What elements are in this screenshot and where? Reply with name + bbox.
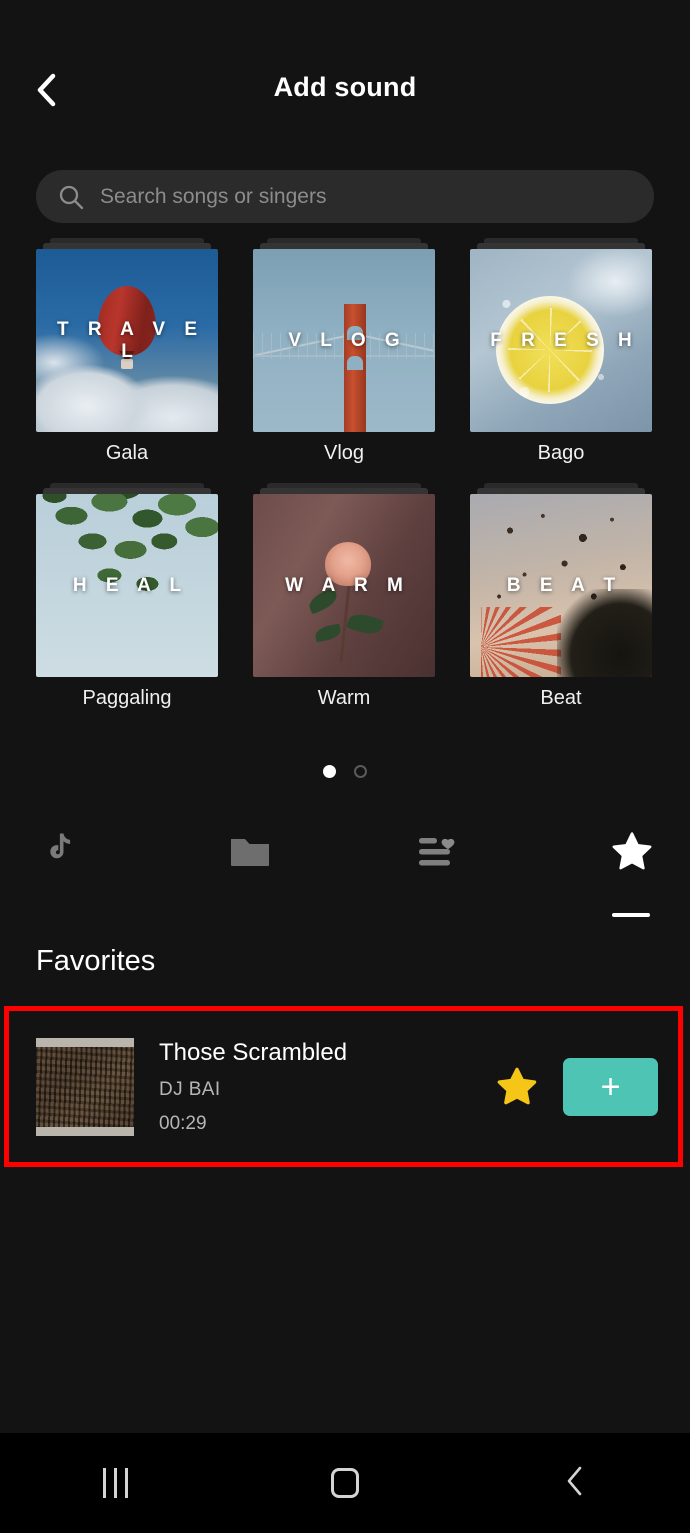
- category-thumbnail[interactable]: W A R M: [253, 494, 435, 677]
- favorites-section-title: Favorites: [36, 945, 156, 977]
- dark-splash-mass: [557, 589, 652, 677]
- category-card-bago[interactable]: F R E S H Bago: [470, 238, 652, 465]
- recents-button[interactable]: [55, 1453, 175, 1513]
- back-icon: [564, 1465, 586, 1502]
- category-label: Bago: [537, 442, 585, 464]
- category-card-beat[interactable]: B E A T Beat: [470, 483, 652, 710]
- category-thumbnail[interactable]: H E A L: [36, 494, 218, 677]
- pager-dots: [0, 765, 690, 778]
- category-thumbnail[interactable]: T R A V E L: [36, 249, 218, 432]
- playlist-heart-icon: [417, 833, 461, 874]
- sound-source-tabbar: [0, 815, 690, 925]
- tab-active-indicator: [612, 913, 650, 917]
- tab-folder[interactable]: [205, 815, 295, 891]
- tiktok-note-icon: [40, 831, 76, 876]
- rose-leaf: [345, 609, 384, 638]
- category-card-stack: B E A T: [470, 483, 652, 677]
- star-icon: [611, 831, 653, 876]
- category-overlay-text: F R E S H: [490, 329, 639, 351]
- search-input[interactable]: Search songs or singers: [36, 170, 654, 223]
- android-system-navbar: [0, 1433, 690, 1533]
- category-overlay-text: V L O G: [288, 329, 407, 351]
- tab-favorites[interactable]: [587, 815, 677, 891]
- category-card-vlog[interactable]: V L O G Vlog: [253, 238, 435, 465]
- search-icon: [58, 184, 84, 210]
- category-label: Vlog: [323, 442, 365, 464]
- category-card-paggaling[interactable]: H E A L Paggaling: [36, 483, 218, 710]
- tab-tiktok[interactable]: [13, 815, 103, 891]
- category-thumbnail[interactable]: V L O G: [253, 249, 435, 432]
- annotation-highlight-box: [4, 1006, 683, 1167]
- home-button[interactable]: [285, 1453, 405, 1513]
- category-label: Warm: [317, 687, 371, 709]
- category-card-stack: F R E S H: [470, 238, 652, 432]
- folder-icon: [229, 834, 271, 873]
- category-label: Beat: [540, 687, 582, 709]
- category-thumbnail[interactable]: F R E S H: [470, 249, 652, 432]
- category-overlay-text: W A R M: [285, 574, 410, 596]
- system-back-button[interactable]: [515, 1453, 635, 1513]
- category-label: Paggaling: [82, 687, 172, 709]
- category-card-gala[interactable]: T R A V E L Gala: [36, 238, 218, 465]
- search-placeholder: Search songs or singers: [100, 184, 327, 208]
- rose-leaf: [313, 623, 343, 643]
- category-overlay-text: B E A T: [506, 574, 623, 596]
- category-card-stack: V L O G: [253, 238, 435, 432]
- recents-icon: [102, 1468, 128, 1498]
- category-thumbnail[interactable]: B E A T: [470, 494, 652, 677]
- category-card-stack: W A R M: [253, 483, 435, 677]
- page-title: Add sound: [273, 72, 417, 102]
- category-card-stack: H E A L: [36, 483, 218, 677]
- sound-category-grid: T R A V E L Gala V L O G Vlog F R E S H …: [36, 238, 654, 710]
- home-icon: [331, 1468, 359, 1498]
- pager-dot-1[interactable]: [323, 765, 336, 778]
- category-label: Gala: [105, 442, 149, 464]
- category-card-warm[interactable]: W A R M Warm: [253, 483, 435, 710]
- category-overlay-text: H E A L: [72, 574, 189, 596]
- category-card-stack: T R A V E L: [36, 238, 218, 432]
- app-header: Add sound: [0, 0, 690, 150]
- leaf-cluster: [36, 494, 218, 619]
- category-overlay-text: T R A V E L: [56, 318, 205, 362]
- bridge-tower: [343, 303, 366, 432]
- pager-dot-2[interactable]: [354, 765, 367, 778]
- tab-playlist[interactable]: [394, 815, 484, 891]
